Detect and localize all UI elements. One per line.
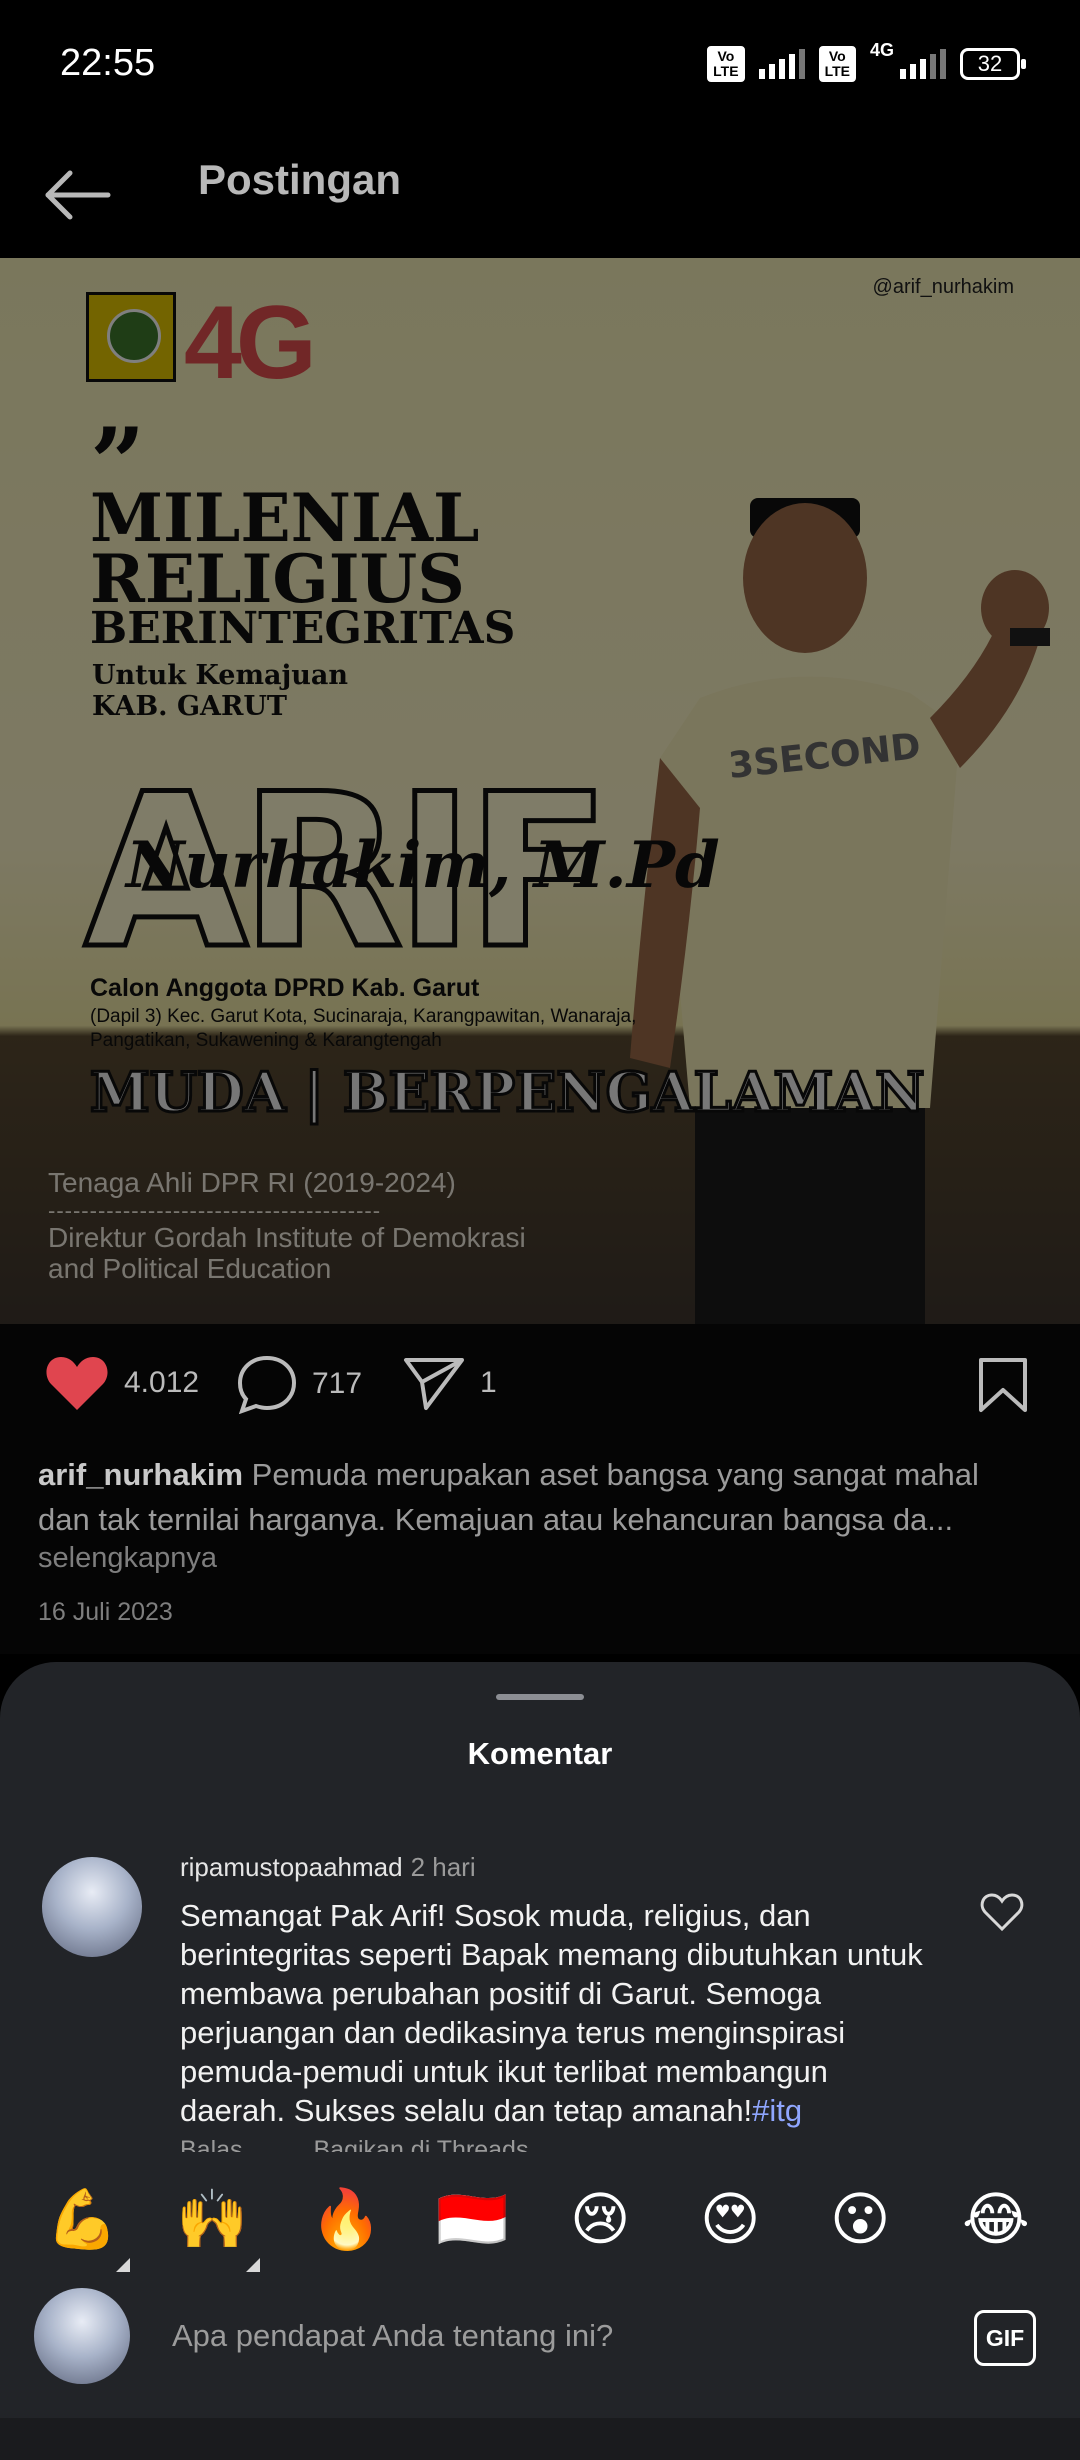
status-icons: Vo LTE Vo LTE 4G 32	[707, 40, 1026, 82]
share-action[interactable]: 1	[402, 1354, 497, 1412]
bookmark-icon[interactable]	[976, 1356, 1030, 1414]
sheet-overlay-dim	[0, 258, 1080, 1324]
gif-button[interactable]: GIF	[974, 2310, 1036, 2366]
commenter-username[interactable]: ripamustopaahmad	[180, 1852, 403, 1882]
comments-sheet: Komentar ripamustopaahmad 2 hari Semangat…	[0, 1662, 1080, 2460]
battery-level: 32	[977, 51, 1003, 76]
emoji-variant-indicator-icon	[246, 2258, 260, 2272]
sheet-drag-handle[interactable]	[496, 1694, 584, 1700]
reply-button[interactable]: Balas	[180, 2136, 243, 2152]
post-actions-area: 4.012 717 1 arif_nurhakim Pemuda merupak…	[0, 1324, 1080, 1654]
signal-icon	[758, 49, 805, 79]
emoji-bar-bg	[0, 2162, 1080, 2460]
battery-icon: 32	[960, 48, 1026, 80]
status-bar: 22:55 Vo LTE Vo LTE 4G 32	[0, 0, 1080, 130]
heart-filled-icon[interactable]	[44, 1354, 110, 1412]
volte-icon: Vo LTE	[707, 46, 745, 82]
comment-hashtag[interactable]: #itg	[752, 2093, 802, 2128]
signal-icon-2	[900, 49, 946, 79]
post-image[interactable]: @arif_nurhakim 4G ” MILENIAL RELIGIUS BE…	[0, 258, 1080, 1324]
top-app-bar: Postingan	[0, 130, 1080, 258]
caption-more-link[interactable]: selengkapnya	[38, 1542, 217, 1575]
comment-action[interactable]: 717	[236, 1354, 362, 1414]
comment-input[interactable]: Apa pendapat Anda tentang ini?	[172, 2318, 613, 2354]
comment-count: 717	[312, 1367, 363, 1400]
sheet-title: Komentar	[467, 1736, 613, 1771]
commenter-avatar[interactable]	[42, 1857, 142, 1957]
network-label: 4G	[869, 40, 894, 60]
emoji-muscle[interactable]: 💪	[46, 2190, 118, 2248]
current-user-avatar	[34, 2288, 130, 2384]
back-arrow-icon[interactable]	[40, 160, 116, 230]
comment-like-icon[interactable]	[980, 1892, 1024, 1932]
comment-header: ripamustopaahmad 2 hari	[180, 1852, 476, 1883]
emoji-laughing[interactable]: 😂	[962, 2190, 1030, 2248]
share-count: 1	[480, 1366, 497, 1399]
emoji-variant-indicator-icon	[116, 2258, 130, 2272]
emoji-crying[interactable]: 😢	[570, 2190, 630, 2248]
emoji-indonesia-flag[interactable]: 🇮🇩	[436, 2190, 508, 2248]
comment-text: Semangat Pak Arif! Sosok muda, religius,…	[180, 1898, 923, 2128]
comment-bubble-icon[interactable]	[236, 1354, 298, 1414]
emoji-raising-hands[interactable]: 🙌	[176, 2190, 248, 2248]
caption-username[interactable]: arif_nurhakim	[38, 1457, 243, 1492]
like-count: 4.012	[124, 1366, 200, 1399]
volte-icon-2: Vo LTE	[818, 46, 856, 82]
page-title: Postingan	[198, 156, 402, 203]
share-threads-button[interactable]: Bagikan di Threads	[314, 2136, 529, 2152]
system-nav-bar	[0, 2418, 1080, 2460]
send-icon[interactable]	[402, 1354, 466, 1412]
post-date: 16 Juli 2023	[38, 1598, 173, 1626]
comment-actions: Balas Bagikan di Threads	[180, 2136, 592, 2152]
emoji-heart-eyes[interactable]: 😍	[700, 2190, 760, 2248]
status-time: 22:55	[60, 42, 156, 84]
comment-time: 2 hari	[410, 1852, 476, 1882]
comment-body: Semangat Pak Arif! Sosok muda, religius,…	[180, 1896, 940, 2130]
emoji-surprised[interactable]: 😮	[830, 2190, 890, 2248]
like-action[interactable]: 4.012	[44, 1354, 199, 1412]
post-caption: arif_nurhakim Pemuda merupakan aset bang…	[38, 1452, 1038, 1542]
emoji-fire[interactable]: 🔥	[310, 2190, 382, 2248]
